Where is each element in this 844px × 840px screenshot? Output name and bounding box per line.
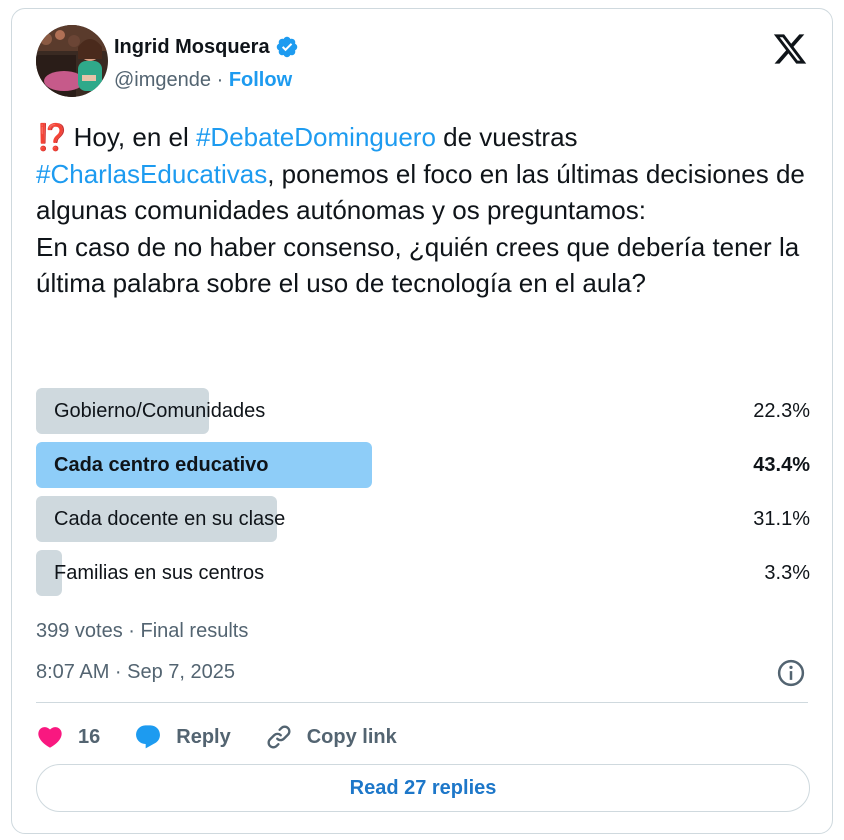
reply-label: Reply [176,725,231,748]
tweet-text-part: Hoy, en el [66,122,196,152]
tweet-text-part: En caso de no haber consenso, ¿quién cre… [36,231,800,299]
avatar[interactable] [36,25,108,97]
tweet-timestamp[interactable]: 8:07 AM · Sep 7, 2025 [36,661,235,684]
separator: · [211,69,229,91]
read-replies-button[interactable]: Read 27 replies [36,764,810,812]
poll-option: Familias en sus centros 3.3% [36,550,810,596]
poll-option-label: Cada centro educativo [54,454,269,476]
reply-bubble-icon [136,725,161,749]
hashtag-charlas-educativas[interactable]: #CharlasEducativas [36,159,267,189]
poll-option-percent: 22.3% [753,400,810,422]
heart-icon [38,727,62,748]
poll-option-label: Familias en sus centros [54,562,265,584]
poll-option: Gobierno/Comunidades 22.3% [36,388,810,434]
poll-option-percent: 3.3% [764,562,810,584]
poll: Gobierno/Comunidades 22.3% Cada centro e… [36,388,810,604]
tweet-actions: 16 Reply Copy link [36,717,431,757]
copy-link-button[interactable]: Copy link [265,723,397,751]
link-icon [267,725,291,749]
like-button[interactable]: 16 [36,723,100,751]
poll-option-label: Gobierno/Comunidades [54,400,266,422]
hashtag-debate-dominguero[interactable]: #DebateDominguero [196,122,436,152]
copy-link-label: Copy link [306,725,397,748]
poll-option: Cada docente en su clase 31.1% [36,496,810,542]
poll-option: Cada centro educativo 43.4% [36,442,810,488]
tweet-text: ⁉️ Hoy, en el #DebateDominguero de vuest… [36,119,806,302]
poll-option-percent: 43.4% [753,454,810,476]
tweet-card: Ingrid Mosquera @imgende · Follow ⁉️ Hoy… [11,8,833,834]
poll-results-summary: 399 votes · Final results [36,620,249,642]
divider [36,702,808,703]
x-logo-icon[interactable] [772,31,808,67]
reply-button[interactable]: Reply [134,723,231,751]
like-count: 16 [78,725,101,748]
author-handle[interactable]: @imgende [114,69,211,91]
tweet-text-part: de vuestras [435,122,578,152]
poll-option-label: Cada docente en su clase [54,508,286,530]
follow-button[interactable]: Follow [229,69,292,91]
info-icon[interactable] [776,658,806,688]
poll-option-percent: 31.1% [753,508,810,530]
verified-badge-icon [276,36,297,58]
author-name[interactable]: Ingrid Mosquera [114,36,270,59]
exclamation-question-emoji: ⁉️ [36,122,68,152]
